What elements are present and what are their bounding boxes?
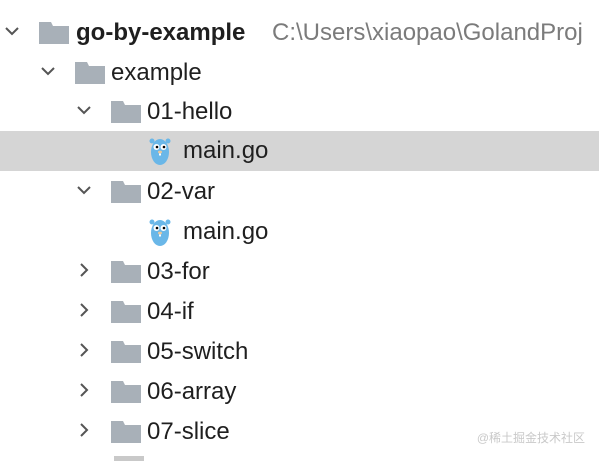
chevron-right-icon[interactable] xyxy=(76,422,92,438)
chevron-down-icon[interactable] xyxy=(76,182,92,198)
folder-label: 04-if xyxy=(147,298,194,325)
folder-icon xyxy=(111,381,141,403)
tree-row-03-for[interactable]: 03-for xyxy=(0,252,599,292)
folder-icon xyxy=(111,101,141,123)
tree-row-05-switch[interactable]: 05-switch xyxy=(0,332,599,372)
tree-row-main-go[interactable]: main.go xyxy=(0,212,599,252)
folder-label: 05-switch xyxy=(147,338,249,365)
folder-label: 02-var xyxy=(147,178,216,205)
folder-label: 07-slice xyxy=(147,418,230,445)
chevron-down-icon[interactable] xyxy=(40,63,56,79)
chevron-down-icon[interactable] xyxy=(76,102,92,118)
folder-icon xyxy=(111,421,141,443)
folder-label-example: example xyxy=(111,59,202,86)
folder-icon xyxy=(111,301,141,323)
chevron-down-icon[interactable] xyxy=(4,23,20,39)
tree-row-04-if[interactable]: 04-if xyxy=(0,292,599,332)
folder-icon xyxy=(111,181,141,203)
folder-label: 06-array xyxy=(147,378,237,405)
partial-folder-icon xyxy=(114,456,144,461)
chevron-right-icon[interactable] xyxy=(76,342,92,358)
tree-row-02-var[interactable]: 02-var xyxy=(0,172,599,212)
folder-label: 01-hello xyxy=(147,98,233,125)
chevron-right-icon[interactable] xyxy=(76,382,92,398)
folder-label: 03-for xyxy=(147,258,210,285)
root-project-path: C:\Users\xiaopao\GolandProj xyxy=(272,19,583,46)
project-tree: go-by-example C:\Users\xiaopao\GolandPro… xyxy=(0,0,599,461)
gopher-icon xyxy=(149,219,171,246)
tree-row-01-hello[interactable]: 01-hello xyxy=(0,92,599,132)
tree-row-06-array[interactable]: 06-array xyxy=(0,372,599,412)
tree-row-example[interactable]: example xyxy=(0,53,599,93)
chevron-right-icon[interactable] xyxy=(76,302,92,318)
folder-icon xyxy=(111,341,141,363)
folder-icon xyxy=(75,62,105,84)
file-label: main.go xyxy=(183,137,269,164)
root-project-label: go-by-example xyxy=(76,19,246,46)
folder-icon xyxy=(111,261,141,283)
watermark-text: @稀土掘金技术社区 xyxy=(476,431,585,445)
tree-row-main-go-selected[interactable]: main.go xyxy=(0,131,599,171)
gopher-icon xyxy=(149,138,171,165)
chevron-right-icon[interactable] xyxy=(76,262,92,278)
folder-icon xyxy=(39,22,69,44)
file-label: main.go xyxy=(183,218,269,245)
tree-row-root[interactable]: go-by-example C:\Users\xiaopao\GolandPro… xyxy=(0,13,599,53)
